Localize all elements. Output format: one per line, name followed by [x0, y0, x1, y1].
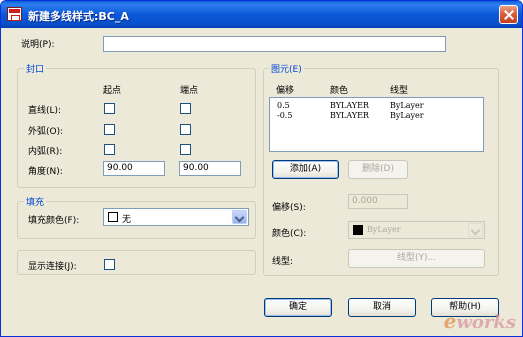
angle-start-input[interactable]: 90.00	[103, 161, 165, 176]
linetype-button[interactable]: 线型(Y)...	[348, 249, 485, 268]
cancel-button[interactable]: 取消	[348, 298, 416, 317]
add-button[interactable]: 添加(A)	[272, 160, 339, 179]
cap-inner-arc-start-checkbox[interactable]	[104, 144, 115, 155]
title-bar[interactable]: 新建多线样式:BC_A	[1, 1, 522, 28]
watermark-logo: eworks	[443, 309, 516, 333]
description-input[interactable]	[103, 36, 446, 52]
cap-angle-label: 角度(N):	[28, 167, 63, 177]
elements-header-linetype: 线型	[390, 86, 409, 96]
element-linetype: ByLayer	[390, 111, 424, 120]
dialog-window: 新建多线样式:BC_A 说明(P): 封口 起点 端点 直线(L): 外弧(O)…	[0, 0, 523, 337]
cap-line-start-checkbox[interactable]	[104, 103, 115, 114]
cap-outer-arc-end-checkbox[interactable]	[180, 124, 191, 135]
cap-line-label: 直线(L):	[28, 106, 62, 116]
elements-header-color: 颜色	[330, 86, 349, 96]
fill-color-label: 填充颜色(F):	[28, 216, 80, 226]
list-item[interactable]: -0.5 BYLAYER ByLayer	[270, 111, 483, 123]
fill-color-value: 无	[122, 215, 132, 225]
app-icon	[7, 7, 22, 21]
close-button[interactable]	[499, 5, 518, 24]
cap-outer-arc-label: 外弧(O):	[28, 127, 64, 137]
window-title: 新建多线样式:BC_A	[28, 10, 129, 23]
caps-col-end: 端点	[180, 86, 199, 96]
elements-header-offset: 偏移	[276, 86, 295, 96]
dialog-body: 说明(P): 封口 起点 端点 直线(L): 外弧(O): 内弧(R): 角度(…	[10, 31, 513, 331]
element-linetype-label: 线型:	[272, 257, 294, 267]
description-label: 说明(P):	[21, 40, 55, 50]
delete-button[interactable]: 删除(D)	[348, 160, 408, 179]
element-color-select[interactable]: ByLayer	[348, 221, 485, 239]
ok-button[interactable]: 确定	[264, 298, 332, 317]
elements-group-title: 图元(E)	[269, 62, 304, 75]
fill-color-swatch	[108, 212, 118, 222]
element-linetype: ByLayer	[390, 101, 424, 110]
cap-inner-arc-label: 内弧(R):	[28, 147, 63, 157]
show-joints-checkbox[interactable]	[104, 259, 115, 270]
caps-group-title: 封口	[24, 62, 47, 75]
element-color: BYLAYER	[330, 111, 369, 120]
chevron-down-icon[interactable]	[468, 223, 483, 237]
show-joints-label: 显示连接(J):	[28, 262, 77, 272]
offset-label: 偏移(S):	[272, 203, 306, 213]
chevron-down-icon[interactable]	[232, 210, 247, 224]
caps-col-start: 起点	[103, 86, 122, 96]
element-offset: -0.5	[277, 111, 293, 120]
fill-color-select[interactable]: 无	[103, 208, 249, 226]
cap-line-end-checkbox[interactable]	[180, 103, 191, 114]
fill-group-title: 填充	[24, 195, 47, 208]
cap-outer-arc-start-checkbox[interactable]	[104, 124, 115, 135]
element-color-label: 颜色(C):	[272, 229, 307, 239]
offset-input[interactable]: 0.000	[348, 194, 408, 209]
element-color-value: ByLayer	[367, 225, 401, 234]
element-color-swatch	[353, 225, 363, 235]
angle-end-input[interactable]: 90.00	[179, 161, 241, 176]
cap-inner-arc-end-checkbox[interactable]	[180, 144, 191, 155]
element-color: BYLAYER	[330, 101, 369, 110]
element-offset: 0.5	[277, 101, 290, 110]
elements-list[interactable]: 0.5 BYLAYER ByLayer -0.5 BYLAYER ByLayer	[269, 97, 484, 152]
